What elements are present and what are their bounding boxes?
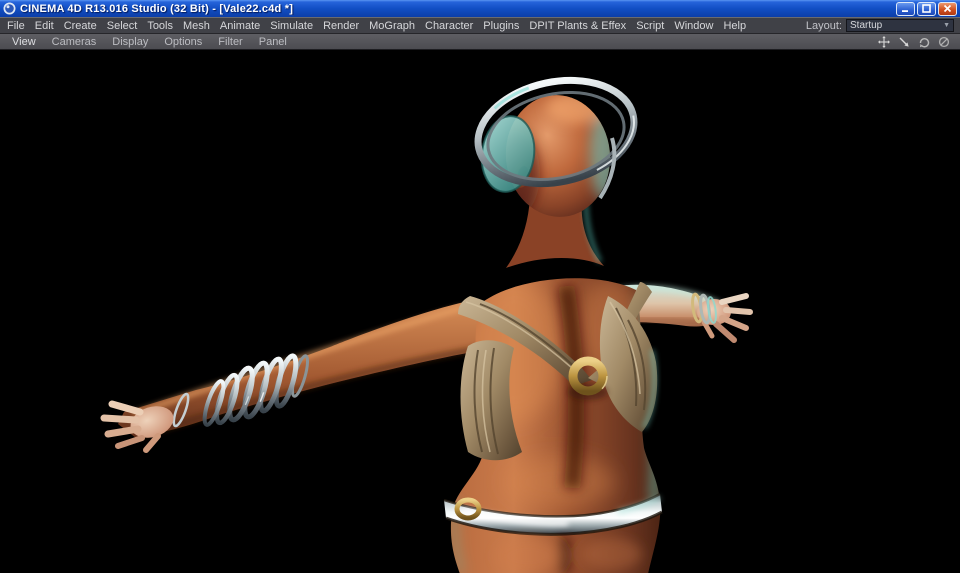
zoom-view-icon[interactable] bbox=[897, 35, 910, 48]
menu-items: File Edit Create Select Tools Mesh Animate Simu… bbox=[2, 19, 751, 33]
menu-item-window[interactable]: Window bbox=[669, 19, 718, 33]
menu-item-dpit-plants-effex[interactable]: DPIT Plants & Effex bbox=[524, 19, 631, 33]
menu-item-select[interactable]: Select bbox=[102, 19, 143, 33]
application-window: CINEMA 4D R13.016 Studio (32 Bit) - [Val… bbox=[0, 0, 960, 573]
viewport-nav-icons bbox=[877, 35, 956, 48]
title-bar[interactable]: CINEMA 4D R13.016 Studio (32 Bit) - [Val… bbox=[0, 0, 960, 17]
menu-item-help[interactable]: Help bbox=[718, 19, 751, 33]
viewport-canvas[interactable] bbox=[0, 50, 960, 573]
minimize-button[interactable] bbox=[896, 1, 915, 16]
menu-item-simulate[interactable]: Simulate bbox=[265, 19, 318, 33]
menu-item-edit[interactable]: Edit bbox=[30, 19, 59, 33]
viewport-menu-view[interactable]: View bbox=[4, 36, 44, 48]
rotate-view-icon[interactable] bbox=[917, 35, 930, 48]
menu-item-mograph[interactable]: MoGraph bbox=[364, 19, 420, 33]
character-render bbox=[0, 50, 960, 573]
menu-item-render[interactable]: Render bbox=[318, 19, 364, 33]
viewport-menu-panel[interactable]: Panel bbox=[251, 36, 295, 48]
menu-item-mesh[interactable]: Mesh bbox=[178, 19, 215, 33]
viewport-menu-display[interactable]: Display bbox=[104, 36, 156, 48]
viewport-menu-options[interactable]: Options bbox=[156, 36, 210, 48]
maximize-button[interactable] bbox=[917, 1, 936, 16]
menu-item-animate[interactable]: Animate bbox=[215, 19, 265, 33]
toggle-active-view-icon[interactable] bbox=[937, 35, 950, 48]
cinema4d-app-icon bbox=[3, 2, 16, 15]
menu-item-tools[interactable]: Tools bbox=[142, 19, 178, 33]
menu-item-script[interactable]: Script bbox=[631, 19, 669, 33]
viewport-menus: View Cameras Display Options Filter Panel bbox=[4, 36, 295, 48]
viewport-menu-bar: View Cameras Display Options Filter Panel bbox=[0, 34, 960, 50]
viewport-menu-cameras[interactable]: Cameras bbox=[44, 36, 105, 48]
menu-item-file[interactable]: File bbox=[2, 19, 30, 33]
menu-item-plugins[interactable]: Plugins bbox=[478, 19, 524, 33]
layout-control: Layout: Startup ▼ bbox=[806, 19, 958, 32]
window-controls bbox=[896, 1, 957, 16]
viewport-menu-filter[interactable]: Filter bbox=[210, 36, 250, 48]
layout-dropdown-value: Startup bbox=[850, 20, 883, 31]
main-menu-bar: File Edit Create Select Tools Mesh Animate Simu… bbox=[0, 17, 960, 34]
window-title: CINEMA 4D R13.016 Studio (32 Bit) - [Val… bbox=[20, 2, 294, 15]
layout-dropdown[interactable]: Startup ▼ bbox=[846, 19, 954, 32]
close-button[interactable] bbox=[938, 1, 957, 16]
menu-item-create[interactable]: Create bbox=[59, 19, 102, 33]
chevron-down-icon: ▼ bbox=[943, 22, 950, 29]
pan-view-icon[interactable] bbox=[877, 35, 890, 48]
layout-label: Layout: bbox=[805, 19, 842, 32]
menu-item-character[interactable]: Character bbox=[420, 19, 478, 33]
